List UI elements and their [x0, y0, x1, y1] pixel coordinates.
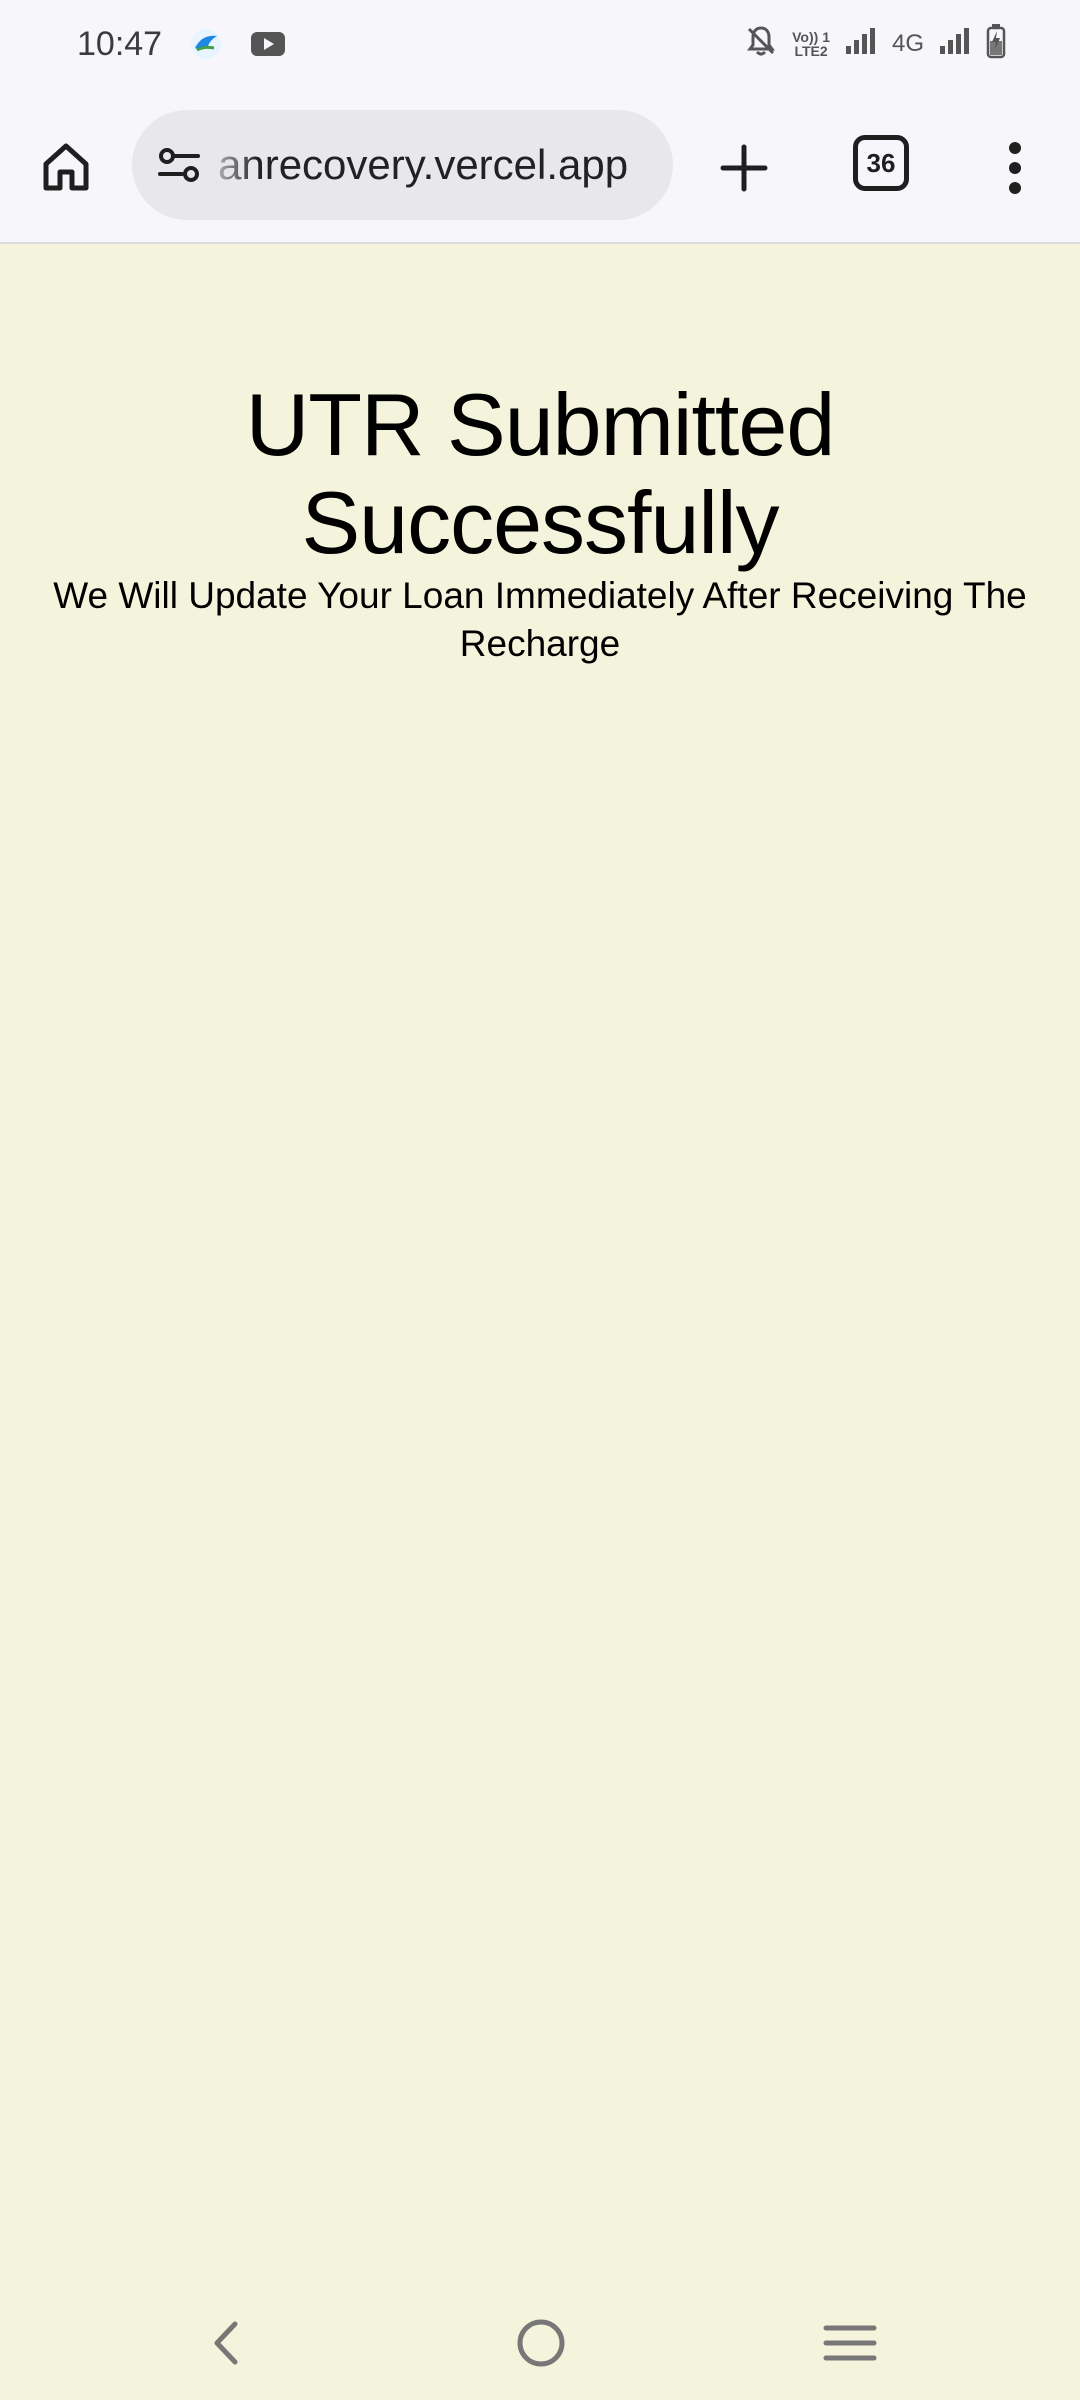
- home-nav-button[interactable]: [506, 2308, 576, 2378]
- status-right-icons: Vo)) 1 LTE2 4G: [744, 22, 1006, 66]
- home-circle-icon: [517, 2319, 565, 2367]
- notifications-muted-icon: [744, 24, 778, 65]
- battery-charging-icon: [986, 23, 1006, 66]
- recents-button[interactable]: [815, 2308, 885, 2378]
- home-button[interactable]: [28, 128, 104, 204]
- status-app-icons: [188, 26, 286, 67]
- system-nav-bar: [0, 2284, 1080, 2400]
- tab-switcher-button[interactable]: 36: [848, 130, 914, 196]
- volte-label-1: Vo)) 1: [792, 29, 830, 45]
- url-text[interactable]: anrecovery.vercel.app: [218, 137, 658, 193]
- new-tab-button[interactable]: [704, 128, 784, 208]
- signal-icon-2: [938, 26, 972, 63]
- more-vert-icon: [1009, 142, 1021, 194]
- recents-icon: [823, 2325, 877, 2361]
- page-subtitle: We Will Update Your Loan Immediately Aft…: [53, 575, 1027, 664]
- tab-count: 36: [853, 135, 909, 191]
- web-page: UTR Submitted Successfully We Will Updat…: [0, 244, 1080, 2284]
- back-icon: [214, 2321, 238, 2365]
- browser-toolbar: anrecovery.vercel.app 36: [0, 88, 1080, 244]
- volte-icon: Vo)) 1 LTE2: [792, 30, 830, 58]
- page-title: UTR Submitted Successfully: [245, 375, 836, 572]
- network-type: 4G: [891, 30, 924, 57]
- home-icon: [43, 143, 89, 191]
- more-options-button[interactable]: [990, 128, 1040, 208]
- signal-icon: [844, 26, 878, 63]
- site-settings-icon[interactable]: [154, 140, 204, 190]
- address-bar[interactable]: anrecovery.vercel.app: [132, 110, 673, 220]
- bird-app-icon: [188, 26, 224, 67]
- plus-icon: [720, 144, 768, 192]
- volte-label-2: LTE2: [794, 43, 828, 59]
- status-bar: 10:47 Vo)) 1 LTE2 4G: [0, 0, 1080, 88]
- youtube-icon: [250, 30, 286, 63]
- status-time: 10:47: [77, 25, 163, 63]
- back-button[interactable]: [192, 2308, 262, 2378]
